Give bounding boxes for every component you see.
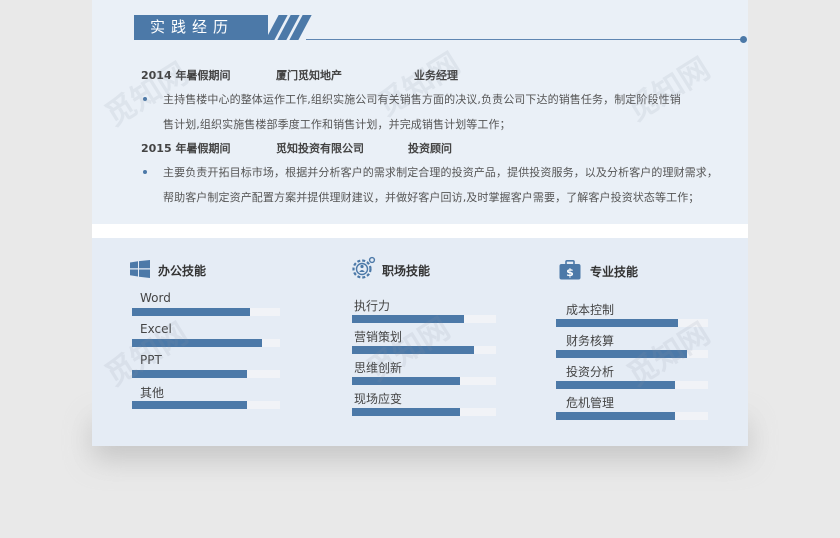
skill-label: Excel (140, 322, 172, 336)
skill-bar-fill (132, 308, 251, 316)
experience-description-line: 售计划,组织实施售楼部季度工作和销售计划，并完成销售计划等工作； (163, 118, 511, 131)
skill-label: Word (140, 291, 171, 305)
skill-bar-fill (352, 377, 460, 385)
skill-label: 营销策划 (354, 330, 403, 344)
section-divider-line (306, 39, 742, 40)
skill-bar (132, 339, 280, 347)
skill-label: 现场应变 (354, 392, 403, 406)
experience-description-line: 主持售楼中心的整体运作工作,组织实施公司有关销售方面的决议,负责公司下达的销售任… (163, 93, 681, 106)
experience-description-line: 帮助客户制定资产配置方案并提供理财建议，并做好客户回访,及时掌握客户需要，了解客… (163, 191, 700, 204)
skill-group-title: 办公技能 (158, 264, 207, 278)
experience-panel: 实践经历 2014 年暑假期间 厦门觅知地产 业务经理 主持售楼中心的整体运作工… (92, 0, 748, 224)
skill-bar-fill (556, 412, 675, 420)
skill-bar (556, 350, 708, 358)
gear-person-icon (352, 256, 376, 279)
experience-role: 业务经理 (414, 69, 458, 82)
svg-text:$: $ (566, 266, 574, 279)
skill-label: 思维创新 (354, 361, 403, 375)
skill-bar (352, 315, 496, 323)
skill-bar (556, 381, 708, 389)
skill-bar-fill (352, 346, 475, 354)
bullet-dot (143, 97, 147, 101)
skill-bar (556, 319, 708, 327)
skill-group-title: 职场技能 (382, 264, 431, 278)
skill-label: 其他 (140, 386, 165, 400)
skill-label: 投资分析 (566, 365, 615, 379)
skill-bar (132, 308, 280, 316)
experience-period: 2014 年暑假期间 (141, 69, 231, 82)
skill-label: 危机管理 (566, 396, 615, 410)
skill-bar-fill (132, 339, 263, 347)
skill-bar-fill (556, 381, 675, 389)
section-title: 实践经历 (134, 15, 268, 40)
skill-bar-fill (556, 319, 678, 327)
skill-bar-fill (556, 350, 687, 358)
skill-bar-fill (132, 401, 248, 409)
skill-bar (556, 412, 708, 420)
section-header: 实践经历 (134, 15, 747, 43)
experience-description-line: 主要负责开拓目标市场，根据并分析客户的需求制定合理的投资产品，提供投资服务，以及… (163, 166, 718, 179)
experience-period: 2015 年暑假期间 (141, 142, 231, 155)
experience-company: 厦门觅知地产 (276, 69, 342, 82)
skill-label: 成本控制 (566, 303, 615, 317)
skill-bar (132, 370, 280, 378)
bullet-dot (143, 170, 147, 174)
skill-bar (132, 401, 280, 409)
skills-panel: 办公技能 Word Excel PPT 其他 职场技能 执行力 营销策划 思维创… (92, 238, 748, 446)
skill-label: 执行力 (354, 299, 391, 313)
experience-company: 觅知投资有限公司 (276, 142, 364, 155)
skill-label: PPT (140, 353, 162, 367)
briefcase-dollar-icon: $ (559, 260, 581, 280)
skill-bar-fill (352, 408, 460, 416)
section-separator (92, 224, 748, 238)
skill-group-title: 专业技能 (590, 265, 639, 279)
skill-bar-fill (132, 370, 248, 378)
skill-label: 财务核算 (566, 334, 615, 348)
skill-bar (352, 377, 496, 385)
skill-bar-fill (352, 315, 465, 323)
skill-bar (352, 408, 496, 416)
skill-bar (352, 346, 496, 354)
experience-role: 投资顾问 (408, 142, 452, 155)
resume-sheet: 实践经历 2014 年暑假期间 厦门觅知地产 业务经理 主持售楼中心的整体运作工… (92, 0, 748, 446)
section-divider-dot (740, 36, 747, 43)
windows-icon (130, 260, 150, 278)
